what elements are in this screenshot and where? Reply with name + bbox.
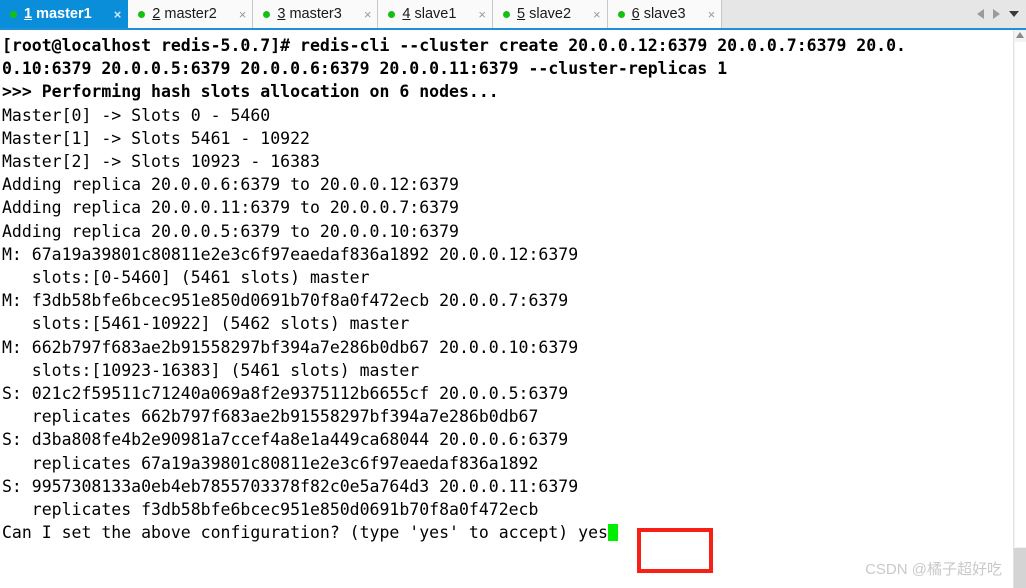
terminal-output[interactable]: [root@localhost redis-5.0.7]# redis-cli … bbox=[0, 30, 1013, 588]
vertical-scrollbar[interactable] bbox=[1013, 30, 1026, 588]
tab-status-dot-icon bbox=[617, 10, 625, 18]
close-icon[interactable]: × bbox=[589, 8, 601, 21]
terminal-line: Master[1] -> Slots 5461 - 10922 bbox=[2, 128, 310, 148]
tab-index-label: 4 bbox=[402, 6, 411, 22]
tab-title-label: master3 bbox=[289, 6, 342, 22]
terminal-line: replicates 662b797f683ae2b91558297bf394a… bbox=[2, 407, 539, 427]
prompt-question-text: Can I set the above configuration? (type… bbox=[2, 523, 579, 543]
close-icon[interactable]: × bbox=[110, 8, 122, 21]
terminal-line: >>> Performing hash slots allocation on … bbox=[2, 82, 499, 102]
tab-bar-spacer bbox=[722, 0, 973, 28]
terminal-line: slots:[10923-16383] (5461 slots) master bbox=[2, 360, 420, 380]
terminal-app-window: 1 master1 × 2 master2 × 3 master3 × 4 slave1 × 5 slav… bbox=[0, 0, 1026, 588]
tab-title-label: slave2 bbox=[529, 6, 572, 22]
terminal-line: Adding replica 20.0.0.11:6379 to 20.0.0.… bbox=[2, 198, 459, 218]
terminal-line: slots:[0-5460] (5461 slots) master bbox=[2, 268, 370, 288]
terminal-line: S: 9957308133a0eb4eb7855703378f82c0e5a76… bbox=[2, 476, 579, 496]
tab-status-dot-icon bbox=[138, 10, 146, 18]
scrollbar-thumb[interactable] bbox=[1015, 42, 1026, 547]
tab-index-label: 1 bbox=[24, 6, 33, 22]
tab-index-label: 2 bbox=[152, 6, 161, 22]
tab-bar: 1 master1 × 2 master2 × 3 master3 × 4 slave1 × 5 slav… bbox=[0, 0, 1026, 28]
terminal-line: S: 021c2f59511c71240a069a8f2e9375112b665… bbox=[2, 384, 569, 404]
scroll-up-arrow-icon[interactable] bbox=[1016, 32, 1024, 38]
tab-index-label: 3 bbox=[277, 6, 286, 22]
tab-index-label: 5 bbox=[517, 6, 526, 22]
tab-title-label: slave3 bbox=[643, 6, 686, 22]
tab-master3[interactable]: 3 master3 × bbox=[253, 0, 379, 28]
close-icon[interactable]: × bbox=[235, 8, 247, 21]
tab-slave2[interactable]: 5 slave2 × bbox=[493, 0, 608, 28]
tab-title-label: master2 bbox=[164, 6, 217, 22]
close-icon[interactable]: × bbox=[704, 8, 716, 21]
tab-index-label: 6 bbox=[631, 6, 640, 22]
tab-status-dot-icon bbox=[263, 10, 271, 18]
terminal-line: replicates f3db58bfe6bcec951e850d0691b70… bbox=[2, 500, 539, 520]
terminal-line: M: f3db58bfe6bcec951e850d0691b70f8a0f472… bbox=[2, 291, 569, 311]
tab-status-dot-icon bbox=[388, 10, 396, 18]
terminal-line: Master[0] -> Slots 0 - 5460 bbox=[2, 105, 271, 125]
terminal-line-list: [root@localhost redis-5.0.7]# redis-cli … bbox=[2, 34, 1013, 521]
terminal-line: [root@localhost redis-5.0.7]# redis-cli … bbox=[2, 36, 906, 55]
tab-bar-nav-controls bbox=[973, 0, 1026, 28]
close-icon[interactable]: × bbox=[360, 8, 372, 21]
terminal-line: Master[2] -> Slots 10923 - 16383 bbox=[2, 152, 320, 172]
chevron-left-icon[interactable] bbox=[977, 9, 984, 19]
tab-title-label: master1 bbox=[36, 6, 92, 22]
typed-answer-yes[interactable]: yes bbox=[578, 523, 608, 542]
tab-status-dot-icon bbox=[10, 10, 17, 18]
tab-master2[interactable]: 2 master2 × bbox=[128, 0, 254, 28]
block-cursor bbox=[607, 524, 618, 542]
terminal-line: replicates 67a19a39801c80811e2e3c6f97eae… bbox=[2, 453, 539, 473]
terminal-line: M: 662b797f683ae2b91558297bf394a7e286b0d… bbox=[2, 337, 579, 357]
csdn-watermark: CSDN @橘子超好吃 bbox=[865, 561, 1002, 578]
tab-slave1[interactable]: 4 slave1 × bbox=[378, 0, 494, 28]
tab-status-dot-icon bbox=[503, 10, 511, 18]
chevron-down-icon[interactable] bbox=[1009, 11, 1019, 17]
terminal-prompt-line: Can I set the above configuration? (type… bbox=[2, 521, 1013, 544]
close-icon[interactable]: × bbox=[474, 8, 486, 21]
scrollbar-track-bottom[interactable] bbox=[1014, 548, 1026, 588]
terminal-line: 0.10:6379 20.0.0.5:6379 20.0.0.6:6379 20… bbox=[2, 59, 728, 79]
tab-slave3[interactable]: 6 slave3 × bbox=[607, 0, 723, 28]
terminal-line: slots:[5461-10922] (5462 slots) master bbox=[2, 314, 410, 334]
chevron-right-icon[interactable] bbox=[993, 9, 1000, 19]
terminal-line: Adding replica 20.0.0.6:6379 to 20.0.0.1… bbox=[2, 175, 459, 195]
terminal-line: Adding replica 20.0.0.5:6379 to 20.0.0.1… bbox=[2, 221, 459, 241]
tab-title-label: slave1 bbox=[414, 6, 457, 22]
terminal-line: M: 67a19a39801c80811e2e3c6f97eaedaf836a1… bbox=[2, 244, 579, 264]
terminal-line: S: d3ba808fe4b2e90981a7ccef4a8e1a449ca68… bbox=[2, 430, 569, 450]
tab-master1[interactable]: 1 master1 × bbox=[0, 0, 129, 28]
tab-strip: 1 master1 × 2 master2 × 3 master3 × 4 slave1 × 5 slav… bbox=[0, 0, 723, 28]
